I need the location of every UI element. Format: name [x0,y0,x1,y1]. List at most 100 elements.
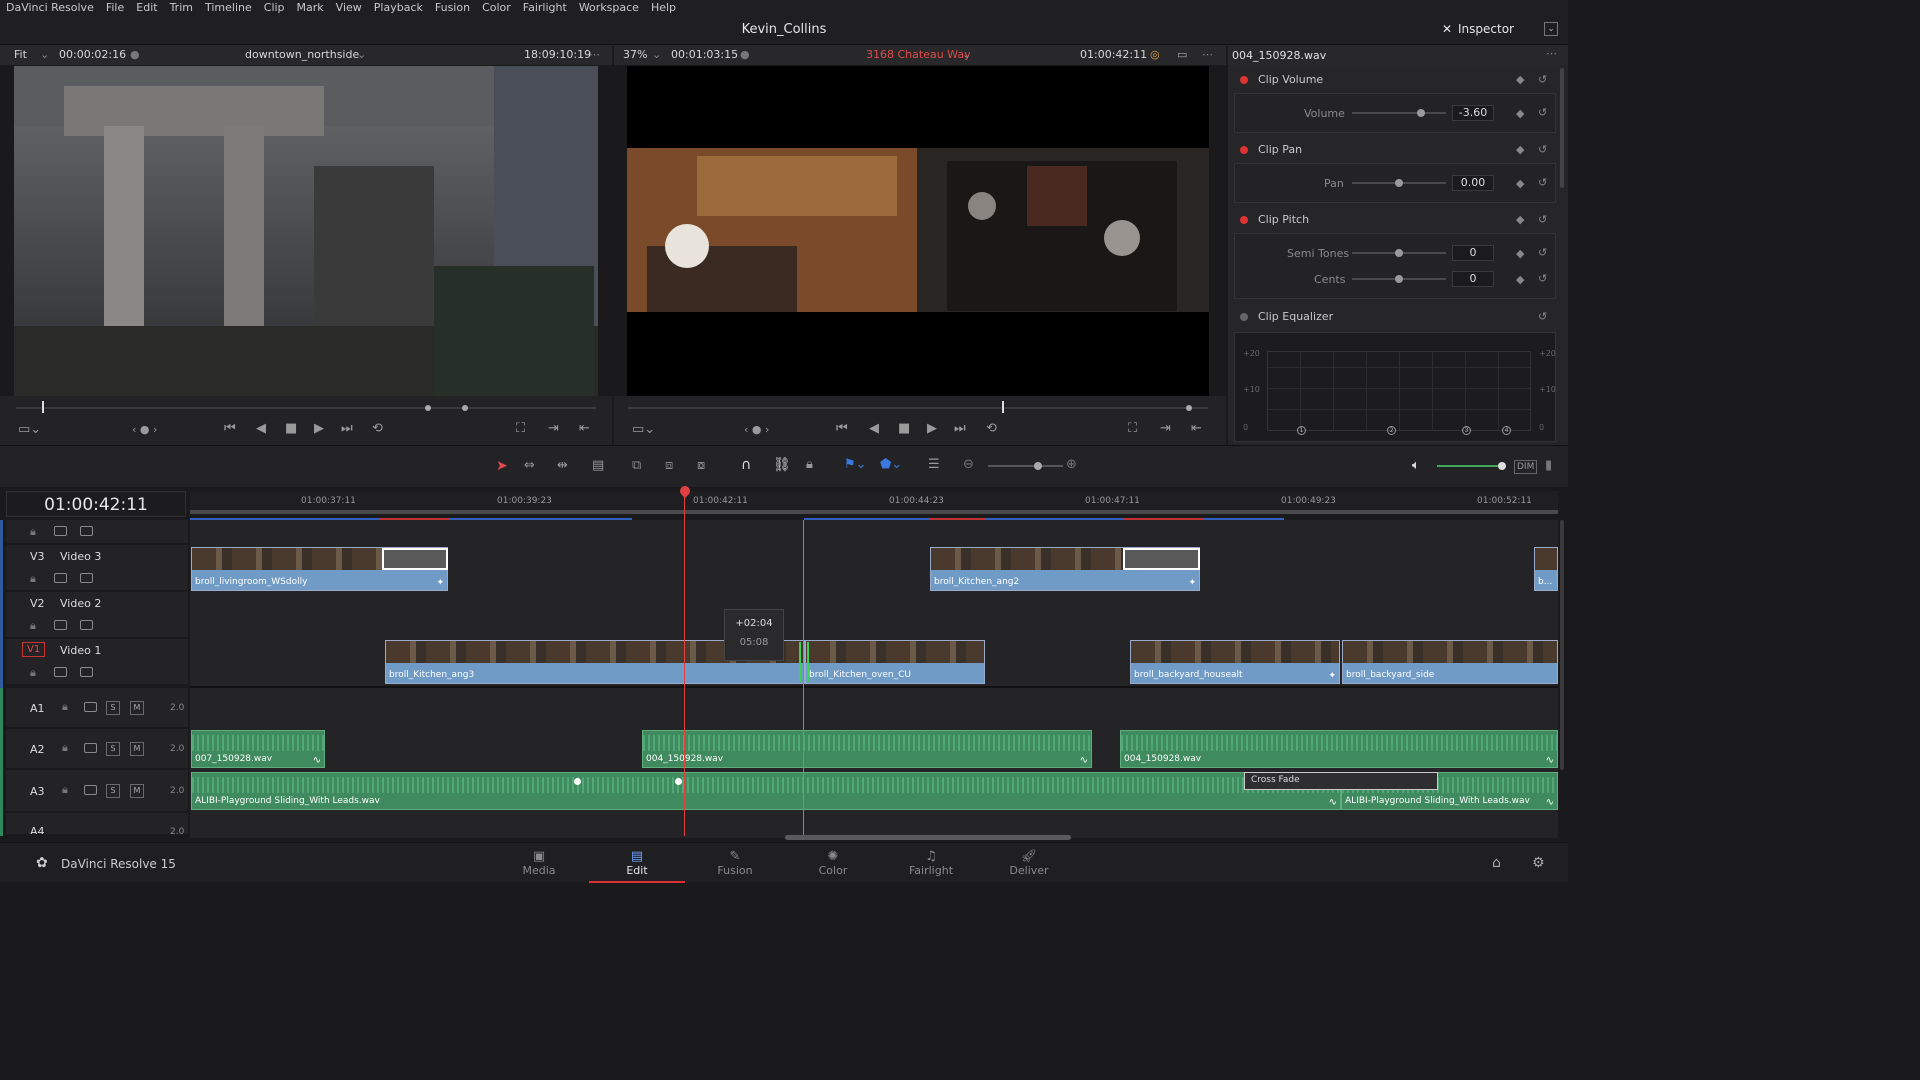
clip-pan-header[interactable]: Clip Pan ◆ ↺ [1234,143,1556,156]
fade-handle-icon[interactable]: ∿ [313,755,321,766]
timeline-scrollbar-top[interactable] [190,510,1558,514]
timeline-playhead-mini[interactable] [1002,401,1004,413]
selection-tool-icon[interactable]: ➤ [496,458,508,474]
reset-icon[interactable]: ↺ [1538,272,1547,285]
volume-keyframe[interactable] [574,778,581,785]
more-options-icon[interactable]: ⋯ [589,48,600,61]
go-to-end-icon[interactable]: ⏭ [341,421,353,436]
view-mode-icon[interactable]: ▭ [1177,48,1187,61]
reset-icon[interactable]: ↺ [1538,310,1547,323]
menu-fusion[interactable]: Fusion [429,1,476,14]
sync-icon[interactable]: ◎ [1150,48,1160,61]
menu-app[interactable]: DaVinci Resolve [0,1,100,14]
menu-clip[interactable]: Clip [258,1,291,14]
enable-toggle-icon[interactable] [1240,216,1248,224]
eq-band-4-handle[interactable]: 4 [1502,426,1511,435]
chevron-down-icon[interactable]: ⌄ [962,48,971,61]
source-clip-name[interactable]: downtown_northside [245,48,359,61]
keyframe-icon[interactable]: ◆ [1516,247,1524,260]
clip-pitch-header[interactable]: Clip Pitch ◆ ↺ [1234,213,1556,226]
clip-v1-backyard-side[interactable]: broll_backyard_side [1342,640,1558,684]
home-icon[interactable]: ⌂ [1492,855,1501,871]
go-to-start-icon[interactable]: ⏮ [836,421,848,436]
lock-icon[interactable]: 🔒︎ [62,700,68,714]
clip-volume-header[interactable]: Clip Volume ◆ ↺ [1234,73,1556,86]
match-frame-icon[interactable]: ⛶ [516,421,525,436]
trim-handle[interactable] [799,642,809,682]
keyframe-icon[interactable]: ◆ [1516,143,1524,156]
out-marker[interactable] [1186,405,1192,411]
match-frame-icon[interactable]: ⛶ [1128,421,1137,436]
play-reverse-icon[interactable]: ◀ [869,421,879,436]
page-fusion[interactable]: ✎ Fusion [687,843,783,883]
mute-button[interactable]: M [130,783,150,798]
zoom-out-icon[interactable]: ⊖ [963,457,974,472]
cents-field[interactable]: 0 [1452,271,1494,287]
clip-v1-kitchen-oven[interactable]: broll_Kitchen_oven_CU [805,640,985,684]
zoom-slider[interactable] [988,465,1063,467]
inspector-scrollbar[interactable] [1560,68,1564,188]
loop-icon[interactable]: ⟲ [986,421,997,436]
flag-icon[interactable]: ⚑⌄ [844,457,867,472]
reset-icon[interactable]: ↺ [1538,73,1547,86]
reset-icon[interactable]: ↺ [1538,106,1547,119]
lock-icon[interactable]: 🔒︎ [62,741,68,755]
page-media[interactable]: ▣ Media [491,843,587,883]
lock-icon[interactable]: 🔒︎ [30,572,36,586]
more-options-icon[interactable]: ⋯ [1546,47,1557,60]
enable-toggle-icon[interactable] [1240,146,1248,154]
page-fairlight[interactable]: ♫ Fairlight [883,843,979,883]
page-color[interactable]: ✺ Color [785,843,881,883]
loop-icon[interactable]: ⟲ [372,421,383,436]
lock-icon[interactable]: 🔒︎ [30,525,36,539]
cross-fade-transition[interactable]: Cross Fade [1244,772,1438,790]
snapping-icon[interactable]: ∩ [741,457,751,473]
play-icon[interactable]: ▶ [314,421,324,436]
viewer-mode-icon[interactable]: ▭⌄ [632,422,655,437]
more-options-icon[interactable]: ⋯ [1202,48,1213,61]
track-name[interactable]: Video 1 [60,644,101,657]
timeline-viewer-image[interactable] [627,66,1209,396]
track-name[interactable]: Video 3 [60,550,101,563]
overwrite-clip-icon[interactable]: ⧈ [665,458,673,473]
timeline-zoom-select[interactable]: 37% [623,48,647,61]
volume-keyframe[interactable] [675,778,682,785]
source-viewer-image[interactable] [14,66,598,396]
keyframe-icon[interactable]: ◆ [1516,273,1524,286]
mute-button[interactable]: M [130,700,150,715]
zoom-slider-knob[interactable] [1034,462,1042,470]
out-marker[interactable] [462,405,468,411]
jog-icon[interactable]: ‹ ● › [132,423,157,436]
semitones-slider-knob[interactable] [1395,249,1403,257]
timeline-ruler[interactable]: 01:00:37:11 01:00:39:23 01:00:42:11 01:0… [190,491,1558,511]
trim-tool-icon[interactable]: ⇔ [524,458,535,473]
inspector-button[interactable]: ✕ Inspector [1442,22,1514,36]
volume-slider-knob[interactable] [1417,109,1425,117]
reset-icon[interactable]: ↺ [1538,246,1547,259]
fade-handle-icon[interactable]: ∿ [1329,797,1337,808]
volume-field[interactable]: -3.60 [1452,105,1494,121]
keyframe-icon[interactable]: ◆ [1516,107,1524,120]
page-deliver[interactable]: 🚀︎ Deliver [981,843,1077,883]
timeline-timecode[interactable]: 00:01:03:15 [671,48,738,61]
lock-icon[interactable]: 🔒︎ [30,666,36,680]
source-playhead[interactable] [42,401,44,413]
jog-icon[interactable]: ‹ ● › [744,423,769,436]
pan-slider-knob[interactable] [1395,179,1403,187]
collapse-icon[interactable]: ⌄ [1544,22,1558,36]
enable-toggle-icon[interactable] [1240,313,1248,321]
clip-a3-alibi-1[interactable]: ALIBI-Playground Sliding_With Leads.wav … [191,772,1341,810]
fade-handle-icon[interactable]: ∿ [1080,755,1088,766]
link-icon[interactable]: ⛓ [773,457,791,473]
clip-v1-backyard-houseault[interactable]: broll_backyard_housealt ✦ [1130,640,1340,684]
clip-eq-header[interactable]: Clip Equalizer ↺ [1234,310,1556,323]
marker-icon[interactable]: ⬟⌄ [880,457,902,472]
menu-help[interactable]: Help [645,1,682,14]
lock-icon[interactable]: 🔒︎ [806,457,813,472]
stop-icon[interactable]: ■ [285,421,297,436]
meter-icon[interactable]: ▮ [1545,458,1552,473]
timeline-view-icon[interactable]: ☰ [928,457,940,472]
menu-edit[interactable]: Edit [130,1,163,14]
mute-button[interactable]: M [130,741,150,756]
speaker-icon[interactable]: 🔈︎ [1412,458,1420,473]
